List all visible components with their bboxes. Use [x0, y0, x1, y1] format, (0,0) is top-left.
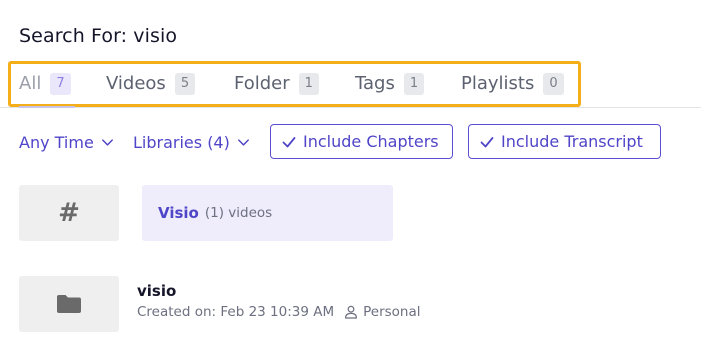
- libraries-label: Libraries (4): [133, 133, 230, 152]
- tab-playlists-count-badge: 0: [543, 73, 564, 95]
- check-icon: [282, 136, 296, 147]
- folder-icon: [57, 295, 81, 313]
- user-icon: [345, 305, 358, 319]
- include-chapters-toggle[interactable]: Include Chapters: [270, 124, 453, 159]
- tab-tags[interactable]: Tags 1: [355, 73, 425, 95]
- hash-icon: #: [58, 198, 80, 228]
- folder-result-title[interactable]: visio: [137, 282, 176, 300]
- page-title: Search For: visio: [19, 25, 178, 47]
- tab-all-label: All: [19, 73, 42, 94]
- tab-tags-label: Tags: [355, 73, 395, 94]
- tab-playlists-label: Playlists: [461, 73, 535, 94]
- any-time-dropdown[interactable]: Any Time: [19, 133, 115, 152]
- tab-videos[interactable]: Videos 5: [106, 73, 196, 95]
- folder-result-meta: Created on: Feb 23 10:39 AM Personal: [137, 304, 421, 320]
- tag-name: Visio: [158, 204, 199, 222]
- folder-created-date: Created on: Feb 23 10:39 AM: [137, 304, 335, 320]
- folder-owner: Personal: [363, 304, 421, 320]
- include-chapters-label: Include Chapters: [303, 132, 439, 151]
- tab-playlists[interactable]: Playlists 0: [461, 73, 564, 95]
- check-icon: [480, 136, 494, 147]
- include-transcript-label: Include Transcript: [501, 132, 643, 151]
- active-tab-indicator: [19, 106, 75, 108]
- folder-thumbnail[interactable]: [19, 276, 119, 332]
- tab-folder[interactable]: Folder 1: [234, 73, 319, 95]
- tab-all[interactable]: All 7: [19, 73, 71, 95]
- chevron-down-icon: [237, 139, 249, 146]
- tag-thumbnail[interactable]: #: [19, 185, 119, 241]
- tab-videos-label: Videos: [106, 73, 166, 94]
- tag-result-card[interactable]: Visio (1) videos: [142, 185, 393, 241]
- tab-videos-count-badge: 5: [174, 73, 196, 95]
- include-transcript-toggle[interactable]: Include Transcript: [468, 124, 661, 159]
- libraries-dropdown[interactable]: Libraries (4): [133, 133, 251, 152]
- tab-tags-count-badge: 1: [403, 73, 425, 95]
- tabs-divider: [0, 107, 701, 108]
- tag-video-count: (1) videos: [204, 205, 273, 221]
- chevron-down-icon: [101, 139, 113, 146]
- tab-all-count-badge: 7: [50, 73, 71, 95]
- tab-folder-label: Folder: [234, 73, 290, 94]
- tab-folder-count-badge: 1: [298, 73, 319, 95]
- any-time-label: Any Time: [19, 133, 94, 152]
